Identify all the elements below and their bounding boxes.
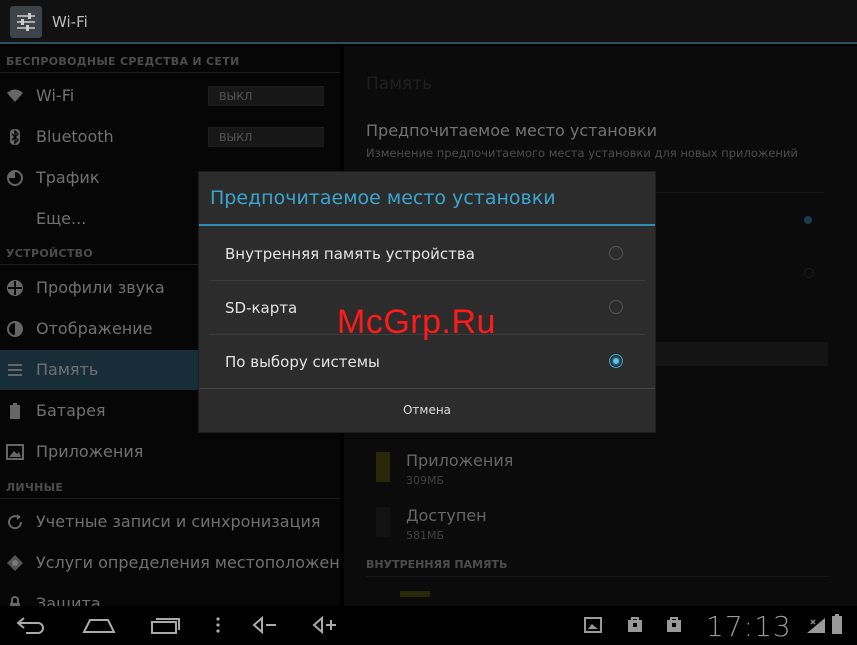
status-clock: 17:13 bbox=[706, 610, 792, 643]
option-label: По выбору системы bbox=[225, 353, 380, 371]
shopping-bag-icon bbox=[628, 617, 642, 632]
radio-button[interactable] bbox=[609, 246, 623, 260]
page-title: Wi-Fi bbox=[52, 13, 88, 31]
recent-apps-icon[interactable] bbox=[150, 614, 182, 636]
volume-down-icon[interactable] bbox=[252, 614, 278, 636]
back-icon[interactable] bbox=[16, 614, 46, 636]
option-system-choice[interactable]: По выбору системы bbox=[209, 335, 645, 389]
radio-button-selected[interactable] bbox=[609, 354, 623, 368]
battery-icon bbox=[832, 614, 842, 634]
settings-icon[interactable] bbox=[10, 6, 42, 38]
option-label: Внутренняя память устройства bbox=[225, 245, 475, 263]
screenshot-icon bbox=[584, 617, 602, 633]
wifi-signal-icon bbox=[807, 618, 825, 633]
menu-icon[interactable] bbox=[214, 614, 222, 636]
cancel-button[interactable]: Отмена bbox=[199, 389, 655, 432]
volume-up-icon[interactable] bbox=[312, 614, 338, 636]
dialog-title: Предпочитаемое место установки bbox=[210, 187, 556, 209]
option-label: SD-карта bbox=[225, 299, 298, 317]
radio-button[interactable] bbox=[609, 300, 623, 314]
option-internal-memory[interactable]: Внутренняя память устройства bbox=[209, 227, 645, 281]
dialog-title-divider bbox=[199, 224, 655, 226]
install-location-dialog: Предпочитаемое место установки Внутрення… bbox=[198, 171, 656, 433]
home-icon[interactable] bbox=[82, 614, 116, 636]
shopping-bag-icon bbox=[667, 617, 681, 632]
watermark: McGrp.Ru bbox=[337, 303, 496, 341]
system-bar: 17:13 bbox=[0, 606, 857, 645]
action-bar: Wi-Fi bbox=[0, 0, 857, 44]
